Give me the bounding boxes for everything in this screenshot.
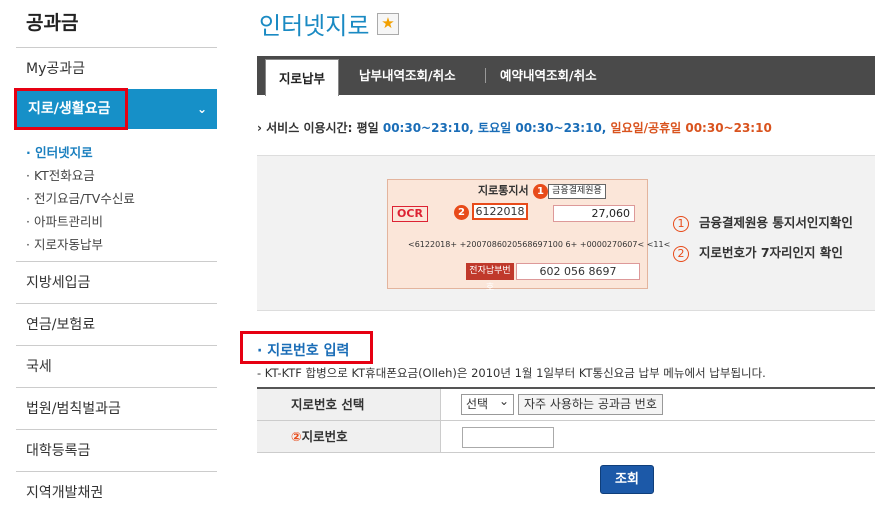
notice-text: - KT-KTF 합병으로 KT휴대폰요금(Olleh)은 2010년 1월 1… (257, 366, 766, 380)
sidebar-item-national-tax[interactable]: 국세 (16, 345, 217, 387)
sub-item-internet-giro[interactable]: · 인터넷지로 (26, 141, 135, 164)
star-icon[interactable]: ★ (377, 13, 399, 35)
sidebar-sub-list: · 인터넷지로 · KT전화요금 · 전기요금/TV수신료 · 아파트관리비 ·… (26, 141, 135, 256)
sidebar-item-tuition[interactable]: 대학등록금 (16, 429, 217, 471)
search-button[interactable]: 조회 (600, 465, 654, 494)
sidebar: 공과금 My공과금 지로/생활요금 ⌄ · 인터넷지로 · KT전화요금 · 전… (14, 0, 217, 526)
favorite-bills-button[interactable]: 자주 사용하는 공과금 번호 (518, 394, 663, 415)
slip-ocr: OCR (392, 206, 428, 222)
main-content: 인터넷지로 ★ 지로납부 납부내역조회/취소 예약내역조회/취소 › 서비스 이… (240, 0, 875, 526)
slip-box-1: 금융결제원용 (548, 184, 606, 199)
sidebar-title: 공과금 (26, 12, 79, 34)
sub-item-auto[interactable]: · 지로자동납부 (26, 233, 135, 256)
sidebar-item-giro-active[interactable]: 지로/생활요금 ⌄ (16, 89, 217, 129)
info-box: 지로통지서 1 금융결제원용 OCR 2 6122018 27,060 <612… (257, 155, 875, 311)
giro-form: 지로번호 선택 선택 자주 사용하는 공과금 번호 ②지로번호 (257, 387, 875, 453)
form-label: ②지로번호 (257, 421, 441, 452)
form-label: 지로번호 선택 (257, 389, 441, 420)
tab-giro-payment[interactable]: 지로납부 (265, 59, 339, 96)
sidebar-item-local-tax[interactable]: 지방세입금 (16, 261, 217, 303)
badge-2: 2 (454, 205, 469, 220)
service-hours: › 서비스 이용시간: 평일 00:30~23:10, 토요일 00:30~23… (257, 121, 772, 135)
page-title: 인터넷지로 (259, 12, 370, 40)
tab-bar: 지로납부 납부내역조회/취소 예약내역조회/취소 (257, 56, 875, 96)
slip-code-line: <6122018+ +2007086020568697100 6+ +00002… (408, 240, 671, 249)
slip-payer-label: 전자납부번호 (466, 263, 514, 293)
sidebar-item-bond[interactable]: 지역개발채권 (16, 471, 217, 513)
tab-divider (485, 68, 486, 83)
sub-item-apartment[interactable]: · 아파트관리비 (26, 210, 135, 233)
note-1: 1 금융결제원용 통지서인지확인 (673, 212, 853, 232)
slip-header: 지로통지서 (478, 184, 529, 197)
chevron-down-icon: ⌄ (196, 102, 207, 116)
sub-item-kt[interactable]: · KT전화요금 (26, 164, 135, 187)
sidebar-item-my[interactable]: My공과금 (16, 47, 217, 89)
sidebar-item-label: 지로/생활요금 (28, 101, 111, 117)
giro-slip-image: 지로통지서 1 금융결제원용 OCR 2 6122018 27,060 <612… (387, 179, 670, 293)
section-title: · 지로번호 입력 (257, 343, 350, 359)
slip-amount: 27,060 (553, 205, 635, 222)
sidebar-item-court[interactable]: 법원/범칙벌과금 (16, 387, 217, 429)
note-number: 2 (673, 245, 689, 262)
slip-payer-number: 602 056 8697 (516, 263, 640, 280)
giro-number-input[interactable] (462, 427, 554, 448)
tab-payment-history[interactable]: 납부내역조회/취소 (359, 56, 456, 95)
note-number: 1 (673, 215, 689, 232)
form-row-select: 지로번호 선택 선택 자주 사용하는 공과금 번호 (257, 389, 875, 421)
giro-select[interactable]: 선택 (461, 392, 514, 415)
note-2: 2 지로번호가 7자리인지 확인 (673, 242, 843, 262)
slip-giro-number: 6122018 (472, 203, 528, 220)
chevron-right-icon: › (257, 121, 262, 135)
sub-item-electric[interactable]: · 전기요금/TV수신료 (26, 187, 135, 210)
sidebar-item-pension[interactable]: 연금/보험료 (16, 303, 217, 345)
tab-reservation[interactable]: 예약내역조회/취소 (500, 56, 597, 95)
form-row-input: ②지로번호 (257, 421, 875, 453)
badge-1: 1 (533, 184, 548, 199)
